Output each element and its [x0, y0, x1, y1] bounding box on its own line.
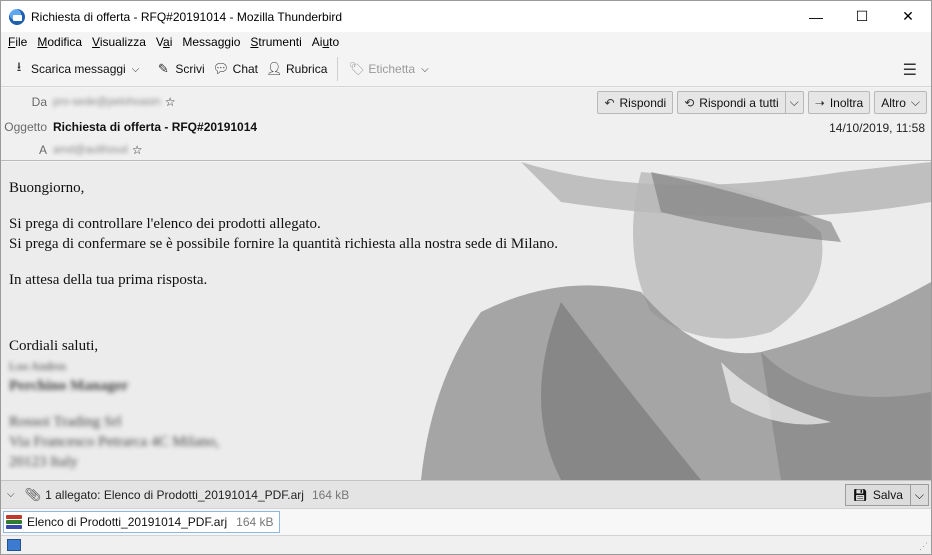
- reply-all-button[interactable]: ⟲ Rispondi a tutti: [677, 91, 785, 114]
- menu-visualizza[interactable]: Visualizza: [87, 35, 151, 49]
- signature-role: Perchino Manager: [9, 378, 129, 394]
- thunderbird-window: Richiesta di offerta - RFQ#20191014 - Mo…: [0, 0, 932, 555]
- paperclip-icon: 📎︎: [24, 486, 42, 502]
- save-button[interactable]: 💾︎ Salva: [844, 484, 911, 506]
- message-date: 14/10/2019, 11:58: [829, 121, 925, 135]
- attachment-item[interactable]: Elenco di Prodotti_20191014_PDF.arj 164 …: [3, 511, 280, 533]
- from-address[interactable]: pro-sede@pelohoasin: [53, 96, 161, 108]
- signature-name: Loo Andros: [9, 359, 66, 373]
- attachment-bar[interactable]: ⌵ 📎︎ 1 allegato: Elenco di Prodotti_2019…: [1, 480, 931, 508]
- body-line-2: Si prega di confermare se è possibile fo…: [9, 236, 558, 252]
- star-icon[interactable]: ☆: [165, 95, 176, 109]
- online-status-icon[interactable]: [7, 539, 21, 551]
- minimize-button[interactable]: —: [793, 1, 839, 32]
- status-bar: ⋰: [1, 535, 931, 554]
- tag-icon: 🏷︎: [348, 61, 365, 76]
- message-header: Da pro-sede@pelohoasin ☆ Oggetto Richies…: [1, 88, 931, 161]
- reply-all-dropdown[interactable]: ⌵: [784, 91, 804, 114]
- thunderbird-logo-icon: [9, 8, 25, 25]
- menu-messaggio[interactable]: Messaggio: [177, 35, 245, 49]
- address-book-button[interactable]: 👤︎ Rubrica: [262, 56, 331, 82]
- body-line-3: In attesa della tua prima risposta.: [9, 272, 208, 288]
- reply-button[interactable]: ↶ Rispondi: [597, 91, 674, 114]
- attachment-name: Elenco di Prodotti_20191014_PDF.arj: [27, 515, 228, 529]
- subject-row: Oggetto Richiesta di offerta - RFQ#20191…: [1, 120, 257, 134]
- menu-modifica[interactable]: Modifica: [32, 35, 87, 49]
- chevron-down-icon: ⌵: [421, 63, 429, 75]
- get-messages-button[interactable]: ⭳ Scarica messaggi: [7, 56, 130, 82]
- header-actions: ↶ Rispondi ⟲ Rispondi a tutti ⌵ ➝ Inoltr…: [597, 91, 927, 114]
- forward-button[interactable]: ➝ Inoltra: [807, 91, 871, 114]
- chevron-down-icon: ⌵: [910, 95, 920, 109]
- window-controls: — ☐ ✕: [793, 1, 931, 32]
- menu-file[interactable]: File: [3, 35, 32, 49]
- maximize-button[interactable]: ☐: [839, 1, 885, 32]
- attachment-summary: 1 allegato: Elenco di Prodotti_20191014_…: [45, 487, 304, 502]
- main-toolbar: ⭳ Scarica messaggi ⌵ ✎ Scrivi 💬︎ Chat 👤︎…: [1, 52, 931, 87]
- subject-label: Oggetto: [4, 120, 47, 134]
- body-line-1: Si prega di controllare l'elenco dei pro…: [9, 216, 321, 232]
- pencil-icon: ✎: [157, 61, 169, 76]
- chevron-down-icon: ⌵: [789, 95, 799, 109]
- chevron-down-icon: ⌵: [914, 487, 924, 502]
- contact-icon: 👤︎: [266, 61, 283, 76]
- message-body: Buongiorno, Si prega di controllare l'el…: [1, 162, 931, 480]
- signature-company: Rossoi Trading Srl: [9, 414, 122, 430]
- attachment-size: 164 kB: [236, 515, 274, 529]
- more-button[interactable]: Altro ⌵: [874, 91, 927, 114]
- menu-vai[interactable]: Vai: [151, 35, 177, 49]
- attachment-summary-size: 164 kB: [311, 487, 350, 502]
- tag-button[interactable]: 🏷︎ Etichetta ⌵: [344, 56, 432, 82]
- to-label: A: [38, 143, 47, 157]
- title-bar: Richiesta di offerta - RFQ#20191014 - Mo…: [1, 1, 931, 32]
- save-group: 💾︎ Salva ⌵: [844, 484, 929, 506]
- close-button[interactable]: ✕: [885, 1, 931, 32]
- toolbar-separator: [337, 57, 339, 81]
- signature-address: Via Francesco Petrarca 4C Milano,: [9, 434, 220, 450]
- hamburger-menu-icon[interactable]: ☰: [903, 60, 917, 80]
- floppy-disk-icon: 💾︎: [852, 488, 868, 502]
- chevron-down-icon[interactable]: ⌵: [7, 489, 15, 500]
- reply-all-group: ⟲ Rispondi a tutti ⌵: [677, 91, 804, 114]
- download-icon: ⭳: [16, 59, 22, 74]
- subject-text: Richiesta di offerta - RFQ#20191014: [53, 120, 258, 134]
- reply-all-icon: ⟲: [684, 95, 695, 110]
- closing-line: Cordiali saluti,: [9, 338, 99, 354]
- write-button[interactable]: ✎ Scrivi: [151, 56, 208, 82]
- forward-arrow-icon: ➝: [814, 95, 825, 110]
- get-messages-dropdown[interactable]: ⌵: [132, 64, 140, 75]
- greeting-line: Buongiorno,: [9, 180, 85, 196]
- menu-aiuto[interactable]: Aiuto: [307, 35, 344, 49]
- resize-grip-icon[interactable]: ⋰: [919, 541, 928, 552]
- to-row: A amd@aulthoud ☆: [1, 143, 143, 157]
- signature-zip: 20123 Italy: [9, 454, 78, 470]
- menu-strumenti[interactable]: Strumenti: [245, 35, 306, 49]
- from-row: Da pro-sede@pelohoasin ☆: [1, 95, 176, 109]
- to-address[interactable]: amd@aulthoud: [53, 144, 128, 156]
- reply-icon: ↶: [604, 95, 615, 110]
- window-title: Richiesta di offerta - RFQ#20191014 - Mo…: [31, 9, 343, 24]
- attachment-list: Elenco di Prodotti_20191014_PDF.arj 164 …: [1, 508, 931, 535]
- archive-file-icon: [6, 514, 22, 530]
- message-text: Buongiorno, Si prega di controllare l'el…: [9, 178, 558, 472]
- save-dropdown[interactable]: ⌵: [910, 484, 929, 506]
- chat-button[interactable]: 💬︎ Chat: [209, 56, 262, 82]
- chat-bubble-icon: 💬︎: [212, 61, 230, 76]
- menu-bar: File Modifica Visualizza Vai Messaggio S…: [1, 32, 931, 52]
- star-icon[interactable]: ☆: [132, 143, 143, 157]
- from-label: Da: [31, 95, 47, 109]
